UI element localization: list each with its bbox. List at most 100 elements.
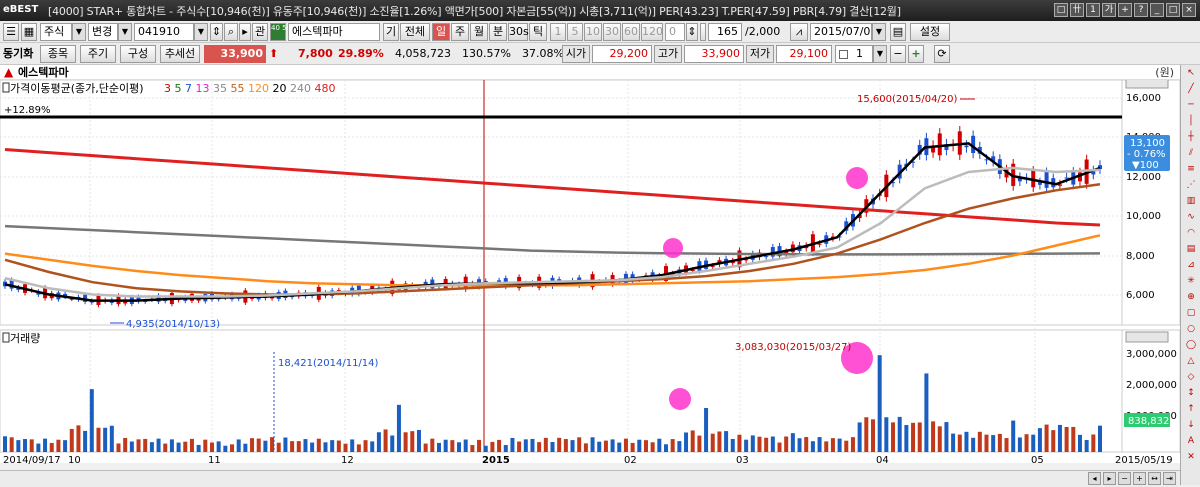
fit-icon[interactable]: ↔ [1148, 472, 1161, 485]
tool-pointer-icon[interactable]: ↖ [1183, 66, 1199, 81]
change-select[interactable]: 변경 [88, 23, 118, 41]
trendline-button[interactable]: 추세선 [160, 45, 200, 63]
tool-circle-icon[interactable]: ○ [1183, 322, 1199, 337]
settings-button[interactable]: 설정 [910, 23, 950, 41]
scroll-left-icon[interactable]: ◂ [1088, 472, 1101, 485]
checkbox-icon[interactable] [839, 49, 848, 59]
stock-chart-svg[interactable]: 가격이동평균(종가,단순이평) 3 5 7 13 35 55 120 20 24… [0, 77, 1181, 470]
tool-channel-icon[interactable]: ⫽ [1183, 146, 1199, 161]
tool-tri-icon[interactable]: ⊿ [1183, 258, 1199, 273]
volume-bar [917, 422, 922, 452]
grid-icon[interactable]: ▦ [21, 23, 37, 41]
spin-up-down-icon[interactable]: ⇕ [210, 23, 223, 41]
tool-star-icon[interactable]: ✳ [1183, 274, 1199, 289]
overlay-dropdown-icon[interactable]: ▼ [873, 45, 887, 63]
maximize-button[interactable]: □ [1166, 3, 1180, 17]
overlay-spin-input[interactable]: 1 [835, 45, 873, 63]
compose-button[interactable]: 구성 [120, 45, 156, 63]
volume-bar [977, 431, 982, 452]
minimize-button[interactable]: _ [1150, 3, 1164, 17]
tool-line-icon[interactable]: ╱ [1183, 82, 1199, 97]
tool-arrow-icon[interactable]: ↕ [1183, 386, 1199, 401]
stock-code-input[interactable]: 041910 [134, 23, 194, 41]
item-button[interactable]: 종목 [40, 45, 76, 63]
date-dropdown-icon[interactable]: ▼ [872, 23, 886, 41]
tool-up-icon[interactable]: ↑ [1183, 402, 1199, 417]
tool-cycle-icon[interactable]: ⊕ [1183, 290, 1199, 305]
tool-ellipse-icon[interactable]: ◯ [1183, 338, 1199, 353]
all-button[interactable]: 전체 [400, 23, 430, 41]
period-week[interactable]: 주 [451, 23, 469, 41]
menu-icon[interactable]: ☰ [3, 23, 19, 41]
gi-button[interactable]: 기 [383, 23, 399, 41]
volume-bar [76, 425, 81, 452]
price-tick: 6,000 [1126, 290, 1155, 301]
sync-label[interactable]: 동기화 [3, 45, 33, 63]
tool-fan-icon[interactable]: ⋰ [1183, 178, 1199, 193]
code-dropdown-icon[interactable]: ▼ [194, 23, 208, 41]
scroll-right-icon[interactable]: ▸ [1103, 472, 1116, 485]
change-dropdown-icon[interactable]: ▼ [118, 23, 132, 41]
refresh-icon[interactable]: ⟳ [934, 45, 950, 63]
interval-10[interactable]: 10 [584, 23, 602, 41]
tool-cross-icon[interactable]: ┼ [1183, 130, 1199, 145]
period-month[interactable]: 월 [470, 23, 488, 41]
tag-badge[interactable]: 40 50 [270, 23, 291, 41]
interval-5[interactable]: 5 [567, 23, 583, 41]
tool-diamond-icon[interactable]: ◇ [1183, 370, 1199, 385]
close-button[interactable]: × [1182, 3, 1196, 17]
volume-bar [123, 437, 128, 452]
zoom-out-icon[interactable]: − [1118, 472, 1131, 485]
interval-60[interactable]: 60 [622, 23, 640, 41]
zoom-in-icon[interactable]: + [1133, 472, 1146, 485]
related-button[interactable]: 관 [252, 23, 268, 41]
tool-down-icon[interactable]: ↓ [1183, 418, 1199, 433]
interval-1[interactable]: 1 [550, 23, 566, 41]
tool-hline-icon[interactable]: ─ [1183, 98, 1199, 113]
date-input[interactable]: 2015/07/03 [810, 23, 872, 41]
tool-arc-icon[interactable]: ◠ [1183, 226, 1199, 241]
end-icon[interactable]: ⇥ [1163, 472, 1176, 485]
window-control-4[interactable]: + [1118, 3, 1132, 17]
calendar-icon[interactable]: ▤ [890, 23, 906, 41]
volume-bar [850, 437, 855, 452]
interval-spin-icon[interactable]: ⇕ [686, 23, 698, 41]
minus-button[interactable]: − [890, 45, 906, 63]
display-count-input[interactable]: 165 [708, 23, 742, 41]
tool-text-icon[interactable]: A [1183, 434, 1199, 449]
tool-fib-icon[interactable]: ≡ [1183, 162, 1199, 177]
interval-120[interactable]: 120 [641, 23, 663, 41]
x-tick: 2015 [482, 455, 510, 466]
chart-mode-icon[interactable]: ⩘ [790, 23, 808, 41]
tool-rect-icon[interactable]: ▢ [1183, 306, 1199, 321]
period-minute[interactable]: 분 [489, 23, 507, 41]
plus-button[interactable]: + [908, 45, 924, 63]
search-icon[interactable]: ⌕ [224, 23, 238, 41]
ma-legend-item: 13 [196, 82, 214, 95]
window-control-3[interactable]: 가 [1102, 3, 1116, 17]
market-dropdown-icon[interactable]: ▼ [72, 23, 86, 41]
tool-delete-icon[interactable]: ✕ [1183, 450, 1199, 465]
market-select[interactable]: 주식 [40, 23, 72, 41]
period-day[interactable]: 일 [432, 23, 450, 41]
volume-bar [223, 445, 228, 452]
cycle-button[interactable]: 주기 [80, 45, 116, 63]
x-tick: 04 [876, 455, 889, 466]
window-control-0[interactable]: □ [1054, 3, 1068, 17]
interval-30[interactable]: 30 [603, 23, 621, 41]
bottom-scrollbar[interactable]: ◂ ▸ − + ↔ ⇥ [0, 470, 1180, 487]
volume-bar [296, 441, 301, 452]
tool-vline-icon[interactable]: │ [1183, 114, 1199, 129]
tool-triangle-icon[interactable]: △ [1183, 354, 1199, 369]
tool-wave-icon[interactable]: ∿ [1183, 210, 1199, 225]
chart-area[interactable]: 가격이동평균(종가,단순이평) 3 5 7 13 35 55 120 20 24… [0, 77, 1181, 466]
tool-grid-icon[interactable]: ▥ [1183, 194, 1199, 209]
tool-bars-icon[interactable]: ▤ [1183, 242, 1199, 257]
play-icon[interactable]: ▸ [239, 23, 251, 41]
window-control-2[interactable]: 1 [1086, 3, 1100, 17]
window-control-5[interactable]: ? [1134, 3, 1148, 17]
period-30s[interactable]: 30s [508, 23, 529, 41]
window-control-1[interactable]: 卄 [1070, 3, 1084, 17]
custom-interval-input[interactable]: 0 [665, 23, 685, 41]
period-tick[interactable]: 틱 [529, 23, 547, 41]
